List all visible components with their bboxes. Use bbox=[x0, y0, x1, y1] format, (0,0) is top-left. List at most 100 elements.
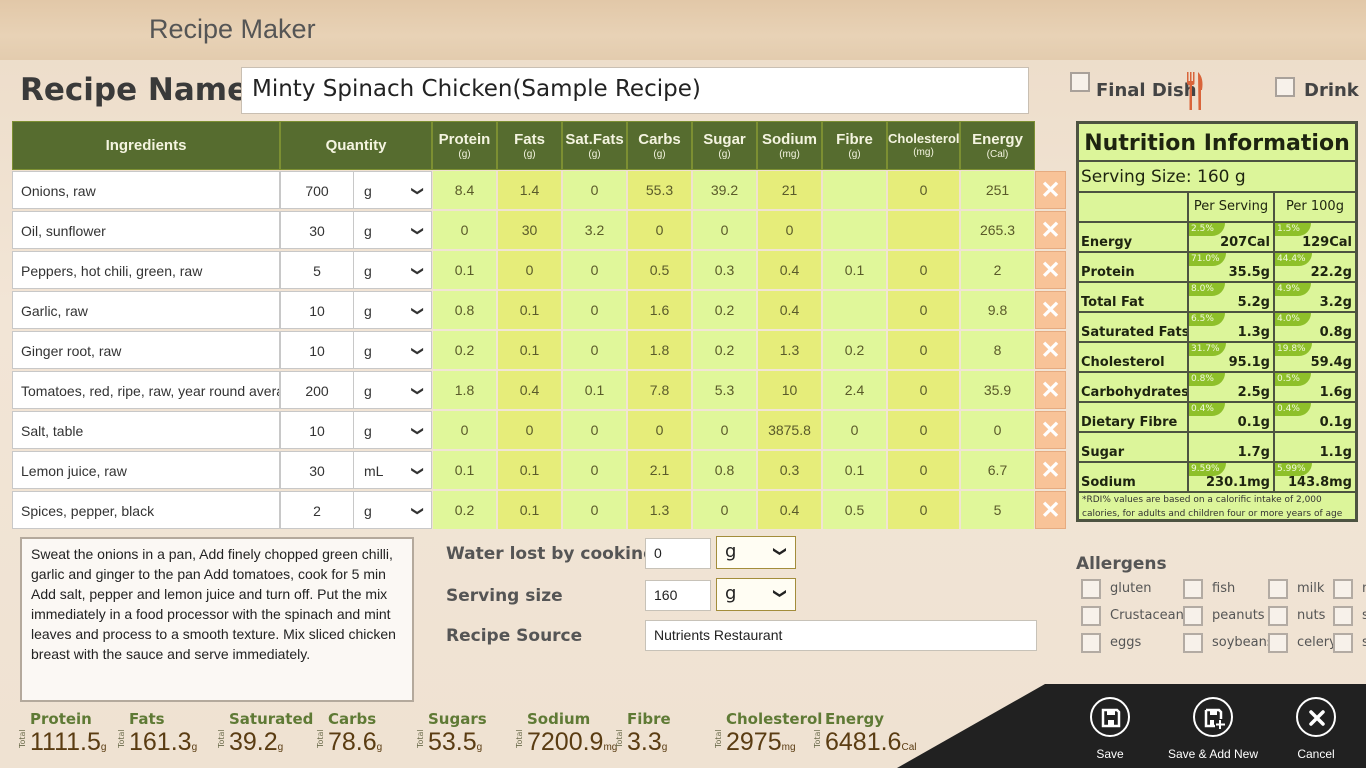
ingredient-name[interactable]: Ginger root, raw bbox=[12, 331, 280, 369]
allergen-checkbox[interactable] bbox=[1268, 633, 1288, 653]
delete-row-button[interactable]: ✕ bbox=[1035, 371, 1066, 409]
water-lost-unit-select[interactable]: g ❯ bbox=[716, 536, 796, 569]
unit-select[interactable]: g ❯ bbox=[353, 491, 432, 529]
allergen-checkbox[interactable] bbox=[1081, 633, 1101, 653]
nutrient-value: 0 bbox=[563, 451, 626, 489]
quantity-input[interactable]: 2 bbox=[280, 491, 354, 529]
quantity-input[interactable]: 5 bbox=[280, 251, 354, 289]
per-100g-value: 59.4g bbox=[1310, 355, 1352, 370]
unit-select[interactable]: g ❯ bbox=[353, 291, 432, 329]
nutrient-value: 0.2 bbox=[693, 331, 756, 369]
unit-select[interactable]: mL ❯ bbox=[353, 451, 432, 489]
ingredient-name[interactable]: Onions, raw bbox=[12, 171, 280, 209]
unit-select[interactable]: g ❯ bbox=[353, 211, 432, 249]
allergen-checkbox[interactable] bbox=[1183, 606, 1203, 626]
header-unit: (g) bbox=[653, 149, 666, 160]
quantity-input[interactable]: 30 bbox=[280, 451, 354, 489]
serving-size-input[interactable]: 160 bbox=[645, 580, 711, 611]
total-name: Energy bbox=[825, 710, 885, 728]
recipe-name-input[interactable]: Minty Spinach Chicken(Sample Recipe) bbox=[241, 67, 1029, 114]
delete-row-button[interactable]: ✕ bbox=[1035, 251, 1066, 289]
allergens-title: Allergens bbox=[1076, 554, 1167, 574]
header-unit: (g) bbox=[718, 149, 731, 160]
total-name: Saturated bbox=[229, 710, 314, 728]
nutrient-value: 0 bbox=[498, 411, 561, 449]
quantity-input[interactable]: 200 bbox=[280, 371, 354, 409]
nutrient-value: 0 bbox=[758, 211, 821, 249]
unit-select[interactable]: g ❯ bbox=[353, 331, 432, 369]
chevron-down-icon: ❯ bbox=[410, 345, 425, 357]
nutrient-value: 8 bbox=[961, 331, 1034, 369]
unit-select[interactable]: g ❯ bbox=[353, 371, 432, 409]
nutrient-value: 0.1 bbox=[433, 251, 496, 289]
delete-row-button[interactable]: ✕ bbox=[1035, 291, 1066, 329]
quantity-input[interactable]: 10 bbox=[280, 291, 354, 329]
nutrient-value: 9.8 bbox=[961, 291, 1034, 329]
chevron-down-icon: ❯ bbox=[410, 265, 425, 277]
cancel-button[interactable]: Cancel bbox=[1261, 697, 1366, 761]
allergen-checkbox[interactable] bbox=[1268, 606, 1288, 626]
ingredient-name[interactable]: Garlic, raw bbox=[12, 291, 280, 329]
unit-select[interactable]: g ❯ bbox=[353, 171, 432, 209]
recipe-source-input[interactable]: Nutrients Restaurant bbox=[645, 620, 1037, 651]
save-button[interactable]: Save bbox=[1055, 697, 1165, 761]
delete-row-button[interactable]: ✕ bbox=[1035, 411, 1066, 449]
allergen-checkbox[interactable] bbox=[1268, 579, 1288, 599]
final-dish-checkbox[interactable] bbox=[1070, 72, 1090, 92]
nutrient-value: 0.4 bbox=[498, 371, 561, 409]
allergen-checkbox[interactable] bbox=[1183, 633, 1203, 653]
ingredient-name[interactable]: Tomatoes, red, ripe, raw, year round ave… bbox=[12, 371, 280, 409]
header-unit: (Cal) bbox=[986, 149, 1009, 160]
delete-row-button[interactable]: ✕ bbox=[1035, 211, 1066, 249]
delete-row-button[interactable]: ✕ bbox=[1035, 451, 1066, 489]
ingredient-name[interactable]: Salt, table bbox=[12, 411, 280, 449]
header-protein: Protein (g) bbox=[432, 121, 497, 170]
nutrient-value: 251 bbox=[961, 171, 1034, 209]
nutrient-value: 0.2 bbox=[693, 291, 756, 329]
allergen-label: su bbox=[1362, 635, 1366, 650]
total-name: Sodium bbox=[527, 710, 591, 728]
total-number: 1111.5 bbox=[30, 728, 101, 756]
nutrient-label: Sugar bbox=[1081, 445, 1125, 460]
ingredient-name[interactable]: Peppers, hot chili, green, raw bbox=[12, 251, 280, 289]
allergen-label: milk bbox=[1297, 581, 1325, 596]
nutrient-value: 0.2 bbox=[433, 491, 496, 529]
nutrient-value: 0 bbox=[433, 411, 496, 449]
ingredient-name[interactable]: Oil, sunflower bbox=[12, 211, 280, 249]
delete-row-button[interactable]: ✕ bbox=[1035, 331, 1066, 369]
per-serving-value: 35.5g bbox=[1228, 265, 1270, 280]
allergen-checkbox[interactable] bbox=[1333, 579, 1353, 599]
nutrient-label: Energy bbox=[1081, 235, 1133, 250]
nutrient-value: 0.3 bbox=[693, 251, 756, 289]
unit-select[interactable]: g ❯ bbox=[353, 251, 432, 289]
allergen-checkbox[interactable] bbox=[1333, 633, 1353, 653]
quantity-input[interactable]: 30 bbox=[280, 211, 354, 249]
unit-select[interactable]: g ❯ bbox=[353, 411, 432, 449]
allergen-checkbox[interactable] bbox=[1081, 606, 1101, 626]
ingredient-name[interactable]: Lemon juice, raw bbox=[12, 451, 280, 489]
water-lost-input[interactable]: 0 bbox=[645, 538, 711, 569]
delete-row-button[interactable]: ✕ bbox=[1035, 171, 1066, 209]
allergen-checkbox[interactable] bbox=[1183, 579, 1203, 599]
cancel-label: Cancel bbox=[1297, 747, 1335, 761]
allergen-checkbox[interactable] bbox=[1081, 579, 1101, 599]
nutrient-value: 39.2 bbox=[693, 171, 756, 209]
serving-size-unit-select[interactable]: g ❯ bbox=[716, 578, 796, 611]
water-lost-label: Water lost by cooking bbox=[446, 544, 656, 564]
save-add-new-button[interactable]: Save & Add New bbox=[1158, 697, 1268, 761]
allergen-label: soybeans bbox=[1212, 635, 1274, 650]
save-add-new-label: Save & Add New bbox=[1167, 747, 1259, 761]
app-title: Recipe Maker bbox=[149, 14, 316, 44]
allergen-checkbox[interactable] bbox=[1333, 606, 1353, 626]
delete-row-button[interactable]: ✕ bbox=[1035, 491, 1066, 529]
final-dish-label: Final Dish bbox=[1096, 80, 1197, 101]
ingredient-name[interactable]: Spices, pepper, black bbox=[12, 491, 280, 529]
quantity-input[interactable]: 10 bbox=[280, 411, 354, 449]
method-textarea[interactable]: Sweat the onions in a pan, Add finely ch… bbox=[20, 537, 414, 702]
total-number: 78.6 bbox=[328, 728, 377, 756]
drink-checkbox[interactable] bbox=[1275, 77, 1295, 97]
header-unit: (g) bbox=[523, 149, 536, 160]
quantity-input[interactable]: 700 bbox=[280, 171, 354, 209]
quantity-input[interactable]: 10 bbox=[280, 331, 354, 369]
per-100g-cell: 1.1g bbox=[1273, 433, 1355, 461]
